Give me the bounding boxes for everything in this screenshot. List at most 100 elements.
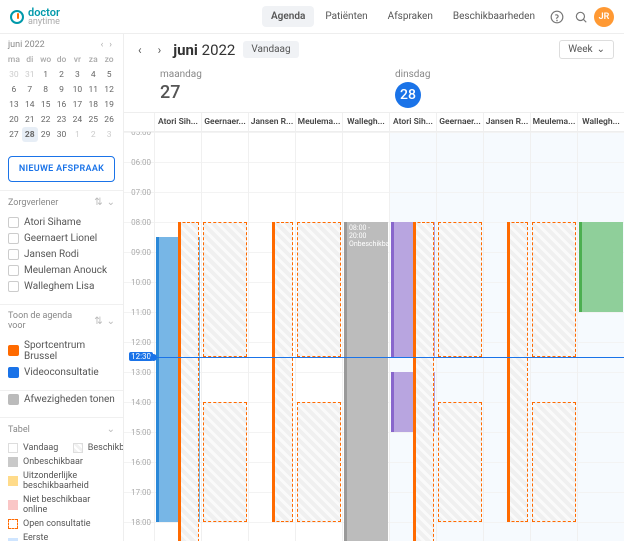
resource-header[interactable]: Wallegh... <box>577 113 624 131</box>
mini-cal-day[interactable]: 3 <box>101 127 117 142</box>
calendar-event[interactable] <box>438 402 482 522</box>
calendar-event[interactable] <box>507 222 528 522</box>
calendar-event[interactable] <box>297 402 341 522</box>
calendar-column[interactable] <box>389 132 436 541</box>
location-checkbox[interactable]: Sportcentrum Brussel <box>8 337 115 364</box>
mini-cal-day[interactable]: 25 <box>85 112 101 127</box>
mini-cal-day[interactable]: 30 <box>6 67 22 82</box>
collapse-icon[interactable]: ⌄ <box>107 197 115 208</box>
calendar-column[interactable] <box>577 132 624 541</box>
mini-cal-day[interactable]: 21 <box>22 112 38 127</box>
calendar-event[interactable] <box>297 222 341 357</box>
mini-cal-prev[interactable]: ‹ <box>98 40 107 50</box>
calendar-column[interactable] <box>248 132 295 541</box>
nav-afspraken[interactable]: Afspraken <box>379 6 442 27</box>
provider-checkbox[interactable]: Atori Sihame <box>8 214 115 230</box>
calendar-column[interactable] <box>154 132 201 541</box>
filter-icon[interactable]: ⇅ <box>94 197 102 208</box>
mini-cal-day[interactable]: 14 <box>22 97 38 112</box>
mini-cal-day[interactable]: 2 <box>85 127 101 142</box>
resource-header[interactable]: Wallegh... <box>342 113 389 131</box>
calendar-column[interactable] <box>295 132 342 541</box>
calendar-event[interactable] <box>203 222 247 357</box>
checkbox-icon <box>8 345 19 356</box>
calendar-event[interactable]: 08:00 - 20:00 Onbeschikba <box>344 222 388 541</box>
calendar-column[interactable] <box>530 132 577 541</box>
provider-checkbox[interactable]: Jansen Rodi <box>8 246 115 262</box>
new-appointment-button[interactable]: NIEUWE AFSPRAAK <box>8 156 115 182</box>
mini-cal-day[interactable]: 17 <box>69 97 85 112</box>
mini-cal-day[interactable]: 31 <box>22 67 38 82</box>
provider-checkbox[interactable]: Geernaert Lionel <box>8 230 115 246</box>
resource-header[interactable]: Geernaer... <box>436 113 483 131</box>
collapse-icon[interactable]: ⌄ <box>107 424 115 435</box>
mini-cal-day[interactable]: 10 <box>69 82 85 97</box>
calendar-event[interactable] <box>532 222 576 357</box>
mini-cal-day[interactable]: 8 <box>38 82 54 97</box>
mini-cal-day[interactable]: 6 <box>6 82 22 97</box>
resource-header[interactable]: Jansen R... <box>248 113 295 131</box>
logo[interactable]: doctoranytime <box>10 6 60 27</box>
today-button[interactable]: Vandaag <box>243 41 298 58</box>
filter-icon[interactable]: ⇅ <box>94 316 102 327</box>
nav-patienten[interactable]: Patiënten <box>316 6 376 27</box>
mini-cal-day[interactable]: 30 <box>54 127 70 142</box>
mini-cal-day[interactable]: 15 <box>38 97 54 112</box>
mini-cal-day[interactable]: 23 <box>54 112 70 127</box>
location-checkbox[interactable]: Videoconsultatie <box>8 364 115 380</box>
afwezigheden-toggle[interactable]: Afwezigheden tonen <box>8 391 115 407</box>
resource-header[interactable]: Meulema... <box>295 113 342 131</box>
search-icon[interactable] <box>570 6 592 28</box>
calendar-event[interactable] <box>203 402 247 522</box>
mini-cal-day[interactable]: 16 <box>54 97 70 112</box>
mini-cal-day[interactable]: 24 <box>69 112 85 127</box>
mini-cal-day[interactable]: 18 <box>85 97 101 112</box>
resource-header[interactable]: Meulema... <box>530 113 577 131</box>
calendar-event[interactable] <box>178 222 199 541</box>
collapse-icon[interactable]: ⌄ <box>107 316 115 327</box>
resource-header[interactable]: Atori Sih... <box>154 113 201 131</box>
cal-prev[interactable]: ‹ <box>134 43 146 57</box>
mini-calendar[interactable]: madiwodovrzazo30311234567891011121314151… <box>0 52 123 148</box>
mini-cal-day[interactable]: 1 <box>38 67 54 82</box>
mini-cal-day[interactable]: 5 <box>101 67 117 82</box>
mini-cal-day[interactable]: 7 <box>22 82 38 97</box>
mini-cal-day[interactable]: 28 <box>22 127 38 142</box>
nav-agenda[interactable]: Agenda <box>262 6 314 27</box>
swatch-unavailable <box>8 457 18 467</box>
resource-header[interactable]: Jansen R... <box>483 113 530 131</box>
help-icon[interactable] <box>546 6 568 28</box>
view-selector[interactable]: Week⌄ <box>559 40 614 59</box>
calendar-event[interactable] <box>272 222 293 522</box>
calendar-event[interactable] <box>532 402 576 522</box>
mini-cal-day[interactable]: 22 <box>38 112 54 127</box>
mini-cal-day[interactable]: 27 <box>6 127 22 142</box>
resource-header[interactable]: Atori Sih... <box>389 113 436 131</box>
mini-cal-day[interactable]: 13 <box>6 97 22 112</box>
mini-cal-day[interactable]: 26 <box>101 112 117 127</box>
mini-cal-day[interactable]: 3 <box>69 67 85 82</box>
mini-cal-day[interactable]: 9 <box>54 82 70 97</box>
mini-cal-day[interactable]: 29 <box>38 127 54 142</box>
cal-next[interactable]: › <box>154 43 166 57</box>
resource-header[interactable]: Geernaer... <box>201 113 248 131</box>
nav-beschikbaarheden[interactable]: Beschikbaarheden <box>444 6 544 27</box>
calendar-event[interactable] <box>579 222 623 312</box>
calendar-column[interactable] <box>483 132 530 541</box>
mini-cal-day[interactable]: 19 <box>101 97 117 112</box>
mini-cal-day[interactable]: 2 <box>54 67 70 82</box>
mini-cal-day[interactable]: 4 <box>85 67 101 82</box>
calendar-event[interactable] <box>413 222 434 541</box>
avatar[interactable]: JR <box>594 7 614 27</box>
calendar-column[interactable] <box>201 132 248 541</box>
mini-cal-day[interactable]: 1 <box>69 127 85 142</box>
mini-cal-day[interactable]: 12 <box>101 82 117 97</box>
calendar-column[interactable] <box>436 132 483 541</box>
provider-checkbox[interactable]: Meuleman Anouck <box>8 262 115 278</box>
mini-cal-day[interactable]: 20 <box>6 112 22 127</box>
calendar-column[interactable]: 08:00 - 20:00 Onbeschikba <box>342 132 389 541</box>
calendar-event[interactable] <box>438 222 482 357</box>
mini-cal-day[interactable]: 11 <box>85 82 101 97</box>
mini-cal-next[interactable]: › <box>106 40 115 50</box>
provider-checkbox[interactable]: Walleghem Lisa <box>8 278 115 294</box>
